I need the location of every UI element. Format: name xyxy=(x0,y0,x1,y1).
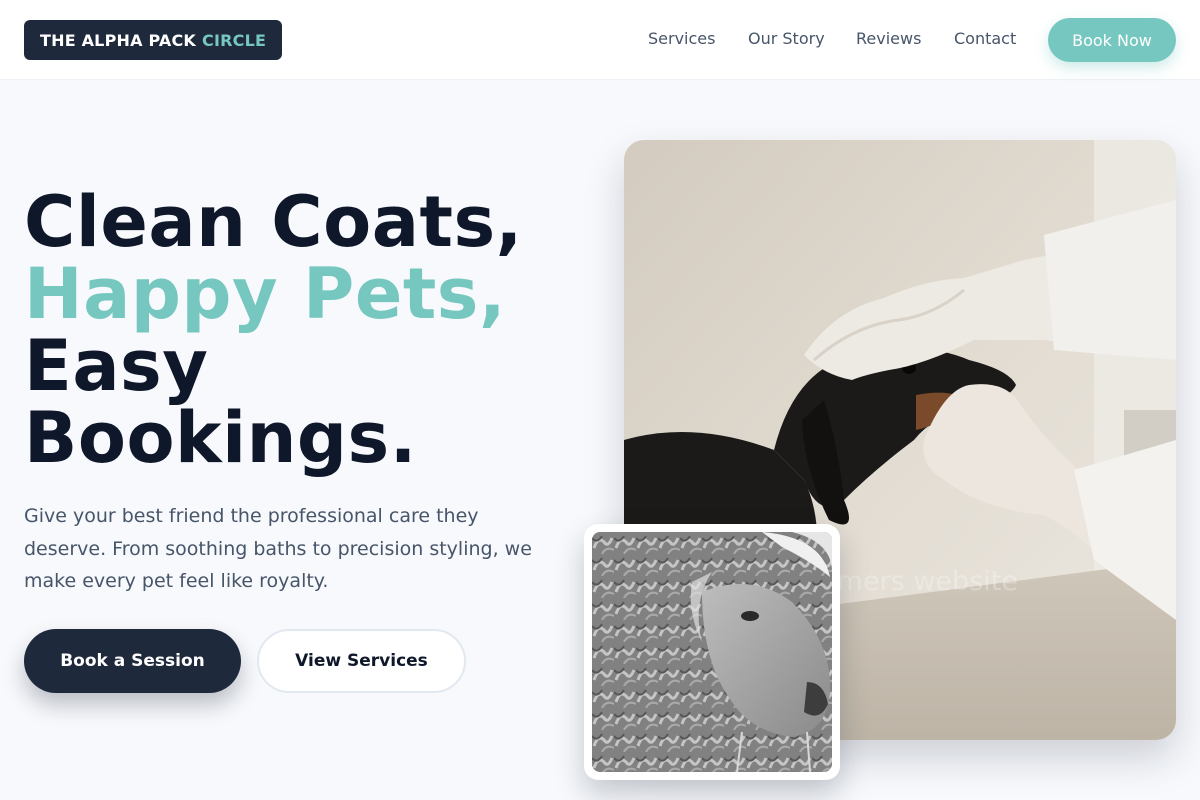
headline-line-accent: Happy Pets, xyxy=(24,253,507,335)
headline-line: Clean Coats, xyxy=(24,181,523,263)
brand-name-accent: CIRCLE xyxy=(202,30,267,50)
book-now-button[interactable]: Book Now xyxy=(1048,18,1176,62)
brand-logo[interactable]: THE ALPHA PACK CIRCLE xyxy=(24,20,283,60)
sheep-illustration xyxy=(592,532,832,772)
brand-name: THE ALPHA PACK xyxy=(40,30,197,50)
hero-headline: Clean Coats, Happy Pets, Easy Bookings. xyxy=(24,186,523,474)
view-services-button[interactable]: View Services xyxy=(257,629,466,693)
headline-line: Bookings. xyxy=(24,397,417,479)
headline-line: Easy xyxy=(24,325,209,407)
nav-link-reviews[interactable]: Reviews xyxy=(856,29,921,48)
nav-link-our-story[interactable]: Our Story xyxy=(748,29,825,48)
hero-sheep-photo xyxy=(584,524,840,780)
site-header: THE ALPHA PACK CIRCLE Services Our Story… xyxy=(0,0,1200,80)
hero-lead-text: Give your best friend the professional c… xyxy=(24,505,532,592)
book-session-button[interactable]: Book a Session xyxy=(24,629,241,693)
nav-link-contact[interactable]: Contact xyxy=(954,29,1016,48)
nav-link-services[interactable]: Services xyxy=(648,29,715,48)
